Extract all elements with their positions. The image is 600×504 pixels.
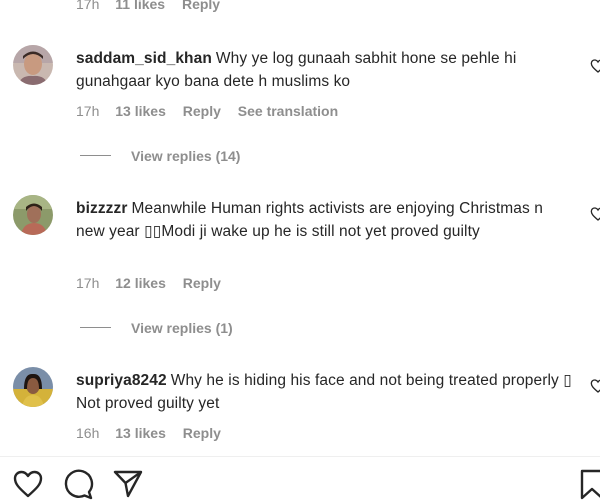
comment-reply-button[interactable]: Reply: [183, 425, 221, 441]
avatar-image: [13, 367, 53, 407]
comment-username[interactable]: saddam_sid_khan: [76, 50, 212, 67]
comment-like-heart-icon[interactable]: [590, 58, 600, 74]
comment-body: supriya8242 Why he is hiding his face and…: [76, 369, 576, 415]
comment-meta-row: 17h 12 likes Reply: [76, 275, 234, 291]
view-replies-button[interactable]: View replies (1): [80, 320, 233, 336]
replies-divider-line: [80, 326, 111, 328]
avatar[interactable]: [13, 45, 53, 85]
action-bar-divider: [0, 456, 600, 457]
comment-likes[interactable]: 13 likes: [115, 103, 166, 119]
avatar-image: [13, 45, 53, 85]
comment-reply-button[interactable]: Reply: [183, 275, 221, 291]
comment-time: 17h: [76, 103, 100, 119]
comment-time: 16h: [76, 425, 100, 441]
comment-text: Meanwhile Human rights activists are enj…: [76, 200, 543, 240]
comment-like-heart-icon[interactable]: [590, 378, 600, 394]
comment-username[interactable]: bizzzzr: [76, 200, 128, 217]
comment-meta-row-top: 17h 11 likes Reply: [76, 0, 233, 12]
comment-likes[interactable]: 12 likes: [115, 275, 166, 291]
avatar[interactable]: [13, 195, 53, 235]
comment-reply-button[interactable]: Reply: [183, 103, 221, 119]
avatar-image: [13, 195, 53, 235]
replies-divider-line: [80, 154, 111, 156]
send-icon[interactable]: [112, 468, 144, 500]
comment-username[interactable]: supriya8242: [76, 372, 167, 389]
heart-icon[interactable]: [12, 468, 44, 500]
comment-reply-button[interactable]: Reply: [182, 0, 220, 12]
view-replies-label: View replies (14): [131, 148, 241, 164]
avatar[interactable]: [13, 367, 53, 407]
post-action-bar: [0, 468, 600, 504]
comment-meta-row: 16h 13 likes Reply: [76, 425, 234, 441]
view-replies-button[interactable]: View replies (14): [80, 148, 240, 164]
comment-likes[interactable]: 13 likes: [115, 425, 166, 441]
comment-likes[interactable]: 11 likes: [115, 0, 165, 12]
comment-time: 17h: [76, 275, 100, 291]
comment-icon[interactable]: [62, 468, 94, 500]
bookmark-icon[interactable]: [576, 468, 600, 500]
see-translation-button[interactable]: See translation: [238, 103, 338, 119]
comment-body: bizzzzr Meanwhile Human rights activists …: [76, 197, 576, 243]
comment-body: saddam_sid_khan Why ye log gunaah sabhit …: [76, 47, 576, 93]
comment-meta-row: 17h 13 likes Reply See translation: [76, 103, 351, 119]
view-replies-label: View replies (1): [131, 320, 233, 336]
comment-like-heart-icon[interactable]: [590, 206, 600, 222]
comment-time: 17h: [76, 0, 100, 12]
